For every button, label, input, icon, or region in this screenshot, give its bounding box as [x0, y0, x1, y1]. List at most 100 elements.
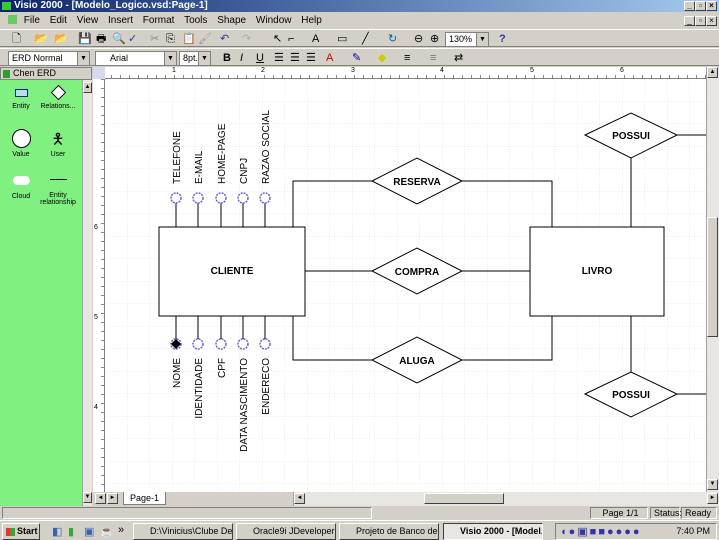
- chevron-right-icon[interactable]: »: [118, 524, 124, 536]
- connector-icon[interactable]: ⌐: [288, 33, 294, 45]
- start-button[interactable]: Start: [2, 523, 40, 540]
- spelling-icon[interactable]: ✓: [128, 33, 137, 45]
- quicklaunch-icon[interactable]: ▮: [68, 526, 74, 538]
- ruler-label: 6: [94, 224, 98, 231]
- save-icon[interactable]: 💾: [78, 33, 92, 45]
- line-color-icon[interactable]: ✎: [352, 52, 361, 64]
- menu-help[interactable]: Help: [301, 15, 322, 26]
- open-stencil-icon[interactable]: 📂: [54, 33, 68, 45]
- stencil-item-entity[interactable]: Entity: [1, 89, 41, 110]
- paste-icon[interactable]: 📋: [182, 33, 196, 45]
- prev-page-icon[interactable]: ◄: [95, 493, 106, 504]
- menu-shape[interactable]: Shape: [217, 15, 246, 26]
- print-icon[interactable]: 🖶: [96, 33, 106, 45]
- menu-edit[interactable]: Edit: [50, 15, 67, 26]
- stencil-header[interactable]: Chen ERD: [0, 67, 92, 80]
- scroll-down-icon[interactable]: ▼: [83, 492, 92, 503]
- canvas-horizontal-scrollbar[interactable]: ◄ ►: [293, 492, 719, 506]
- align-right-icon[interactable]: ☰: [306, 52, 316, 64]
- stencil-item-user[interactable]: 🯅 User: [38, 129, 78, 158]
- line-ends-icon[interactable]: ⇄: [454, 52, 463, 64]
- attribute-label: NOME: [172, 358, 183, 388]
- stencil-item-value[interactable]: Value: [1, 129, 41, 158]
- redo-icon[interactable]: ↷: [242, 33, 251, 45]
- size-select[interactable]: 8pt. ▼: [179, 51, 211, 66]
- drawing-canvas[interactable]: CLIENTE LIVRO RESERVA COMPRA ALUGA POSSU…: [105, 79, 706, 492]
- quicklaunch-icon[interactable]: ☕: [100, 526, 114, 538]
- scroll-thumb[interactable]: [424, 493, 504, 504]
- scroll-left-icon[interactable]: ◄: [294, 493, 305, 504]
- menu-view[interactable]: View: [77, 15, 99, 26]
- stencil-item-label: Entity relationship: [40, 192, 76, 206]
- align-center-icon[interactable]: ☰: [290, 52, 300, 64]
- cut-icon[interactable]: ✂: [150, 33, 159, 45]
- stencil-item-entity-relationship[interactable]: Entity relationship: [38, 179, 78, 206]
- page-tab[interactable]: Page-1: [123, 492, 167, 505]
- stencil-scrollbar[interactable]: ▲ ▼: [82, 80, 92, 506]
- doc-minimize-button[interactable]: _: [684, 16, 695, 26]
- font-select[interactable]: Arial ▼: [95, 51, 177, 66]
- minimize-button[interactable]: _: [684, 1, 695, 11]
- bold-icon[interactable]: B: [223, 52, 231, 64]
- scroll-up-icon[interactable]: ▲: [707, 67, 718, 78]
- menu-tools[interactable]: Tools: [184, 15, 207, 26]
- undo-icon[interactable]: ↶: [220, 33, 229, 45]
- style-select[interactable]: ERD Normal ▼: [8, 51, 90, 66]
- zoom-out-icon[interactable]: ⊖: [414, 33, 423, 45]
- scroll-down-icon[interactable]: ▼: [707, 479, 718, 490]
- menu-window[interactable]: Window: [256, 15, 292, 26]
- pointer-icon[interactable]: ↖: [273, 33, 282, 45]
- next-page-icon[interactable]: ►: [107, 493, 118, 504]
- rectangle-tool-icon[interactable]: ▭: [337, 33, 347, 45]
- taskbar-item[interactable]: D:\Vinicius\Clube Delp...: [133, 523, 233, 540]
- menu-format[interactable]: Format: [143, 15, 175, 26]
- canvas-vertical-scrollbar[interactable]: ▲ ▼: [706, 67, 719, 492]
- format-painter-icon[interactable]: 🖌: [198, 33, 212, 45]
- stencil-item-relationship[interactable]: Relations...: [38, 84, 78, 110]
- scroll-right-icon[interactable]: ►: [707, 493, 718, 504]
- underline-icon[interactable]: U: [256, 52, 264, 64]
- taskbar-item-active[interactable]: Visio 2000 - [Model...: [443, 523, 543, 540]
- menu-file[interactable]: File: [24, 15, 40, 26]
- entity-cliente[interactable]: CLIENTE: [158, 226, 306, 317]
- quicklaunch-icon[interactable]: ◧: [52, 526, 62, 538]
- copy-icon[interactable]: ⎘: [166, 33, 175, 45]
- stencil-item-cloud[interactable]: Cloud: [1, 176, 41, 200]
- value-icon: [11, 129, 31, 148]
- doc-close-button[interactable]: ×: [706, 16, 717, 26]
- scroll-thumb[interactable]: [707, 217, 718, 337]
- help-icon[interactable]: ?: [499, 33, 506, 45]
- rotate-icon[interactable]: ↻: [388, 33, 397, 45]
- print-preview-icon[interactable]: 🔍: [112, 33, 126, 45]
- line-pattern-icon[interactable]: ≡: [430, 52, 436, 64]
- restore-button[interactable]: ▫: [695, 1, 706, 11]
- open-icon[interactable]: 📂: [34, 33, 48, 45]
- scroll-up-icon[interactable]: ▲: [83, 82, 92, 93]
- entity-livro[interactable]: LIVRO: [529, 226, 665, 317]
- taskbar-item[interactable]: Oracle9i JDeveloper - ...: [236, 523, 336, 540]
- doc-restore-button[interactable]: ▫: [695, 16, 706, 26]
- relationship-label: POSSUI: [612, 390, 650, 401]
- ruler-label: 4: [94, 404, 98, 411]
- clock: 7:40 PM: [676, 526, 710, 536]
- zoom-in-icon[interactable]: ⊕: [430, 33, 439, 45]
- menu-insert[interactable]: Insert: [108, 15, 133, 26]
- line-tool-icon[interactable]: ╱: [362, 33, 369, 45]
- attribute-label: TELEFONE: [172, 131, 183, 184]
- align-left-icon[interactable]: ☰: [274, 52, 284, 64]
- taskbar-item[interactable]: Projeto de Banco de D...: [339, 523, 439, 540]
- stencil-item-label: Entity: [12, 103, 30, 110]
- new-icon[interactable]: 🗋: [12, 33, 21, 45]
- relationship-label: POSSUI: [612, 131, 650, 142]
- fill-color-icon[interactable]: ◆: [378, 52, 386, 64]
- text-tool-icon[interactable]: A: [312, 33, 319, 45]
- close-button[interactable]: ×: [706, 1, 717, 11]
- status-label: Status:: [650, 507, 682, 519]
- status-bar: Page 1/1 Status: Ready: [0, 506, 719, 520]
- font-color-icon[interactable]: A: [326, 52, 333, 64]
- tray-icons[interactable]: ◖●▣■■●●●●: [560, 525, 642, 538]
- line-weight-icon[interactable]: ≡: [404, 52, 410, 64]
- zoom-select[interactable]: 130% ▼: [445, 32, 489, 47]
- quicklaunch-icon[interactable]: ▣: [84, 526, 94, 538]
- italic-icon[interactable]: I: [240, 52, 243, 64]
